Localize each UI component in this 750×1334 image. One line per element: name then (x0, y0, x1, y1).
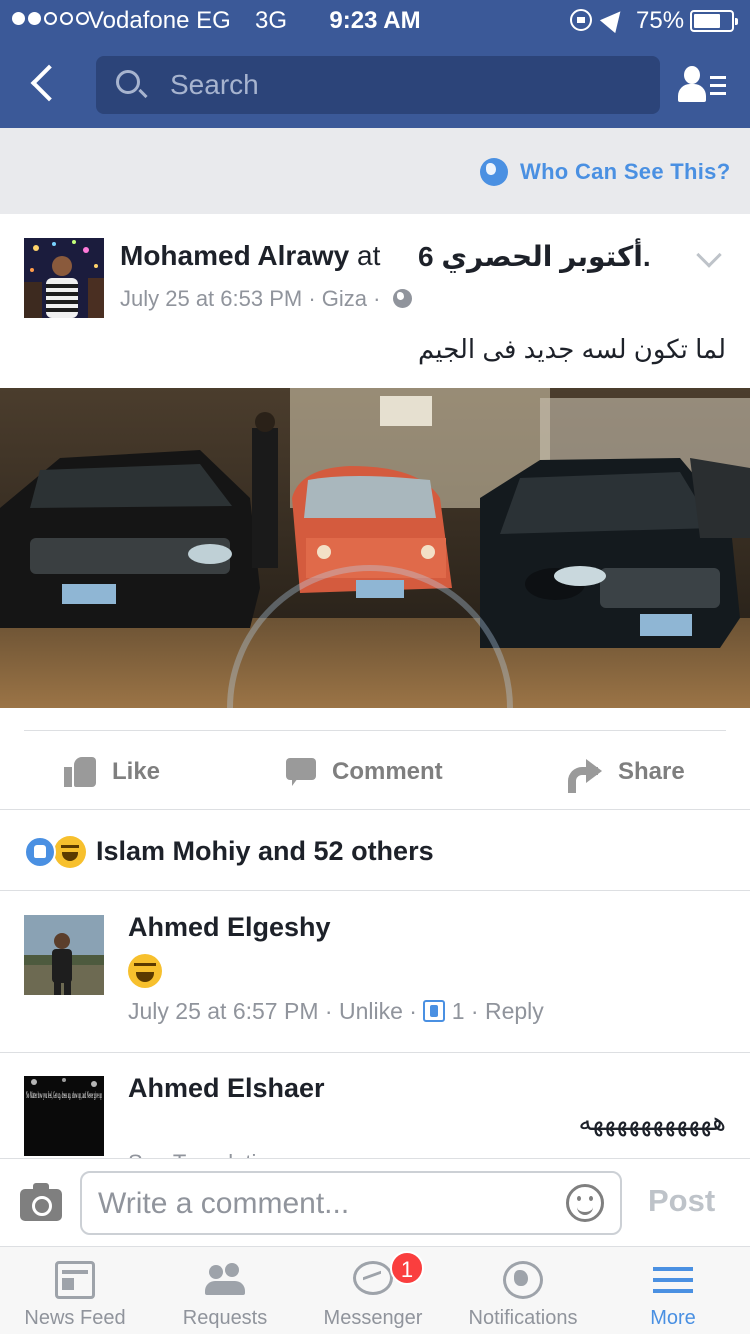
divider (0, 890, 750, 891)
post-author-line: Mohamed Alrawy at (120, 240, 380, 272)
news-feed-icon (55, 1261, 95, 1299)
at-word: at (357, 240, 381, 271)
tab-notifications[interactable]: Notifications (448, 1247, 598, 1334)
tab-news-feed[interactable]: News Feed (0, 1247, 150, 1334)
divider (0, 809, 750, 810)
battery-icon (690, 10, 738, 32)
tab-bar: News Feed Requests 1 Messenger Notificat… (0, 1246, 750, 1334)
messenger-icon (353, 1261, 393, 1295)
friend-requests-icon (205, 1261, 245, 1299)
like-reaction-icon (24, 836, 56, 868)
back-button[interactable] (26, 62, 66, 106)
post-comment-button[interactable]: Post (648, 1183, 715, 1219)
author-name[interactable]: Mohamed Alrawy (120, 240, 349, 271)
search-input[interactable] (170, 64, 640, 106)
comment-meta: July 25 at 6:57 PM · Unlike · 1 · Reply (128, 998, 544, 1024)
post-text: لما تكون لسه جديد فى الجيم (418, 334, 726, 364)
post-options-chevron-icon[interactable] (696, 242, 722, 268)
comment-text: هههههههههههه (578, 1106, 727, 1136)
tab-more[interactable]: More (598, 1247, 748, 1334)
post-meta: July 25 at 6:53 PM · Giza · (120, 286, 412, 312)
status-bar: Vodafone EG 3G 9:23 AM 75% (0, 0, 750, 40)
checkin-place[interactable]: أكتوبر الحصري 6. (418, 240, 651, 273)
comment-label: Comment (332, 758, 443, 785)
public-globe-icon (392, 289, 412, 308)
tab-label: More (650, 1307, 696, 1329)
globe-notifications-icon (503, 1261, 543, 1299)
search-icon (116, 70, 140, 94)
commenter-avatar[interactable] (24, 915, 104, 995)
tab-requests[interactable]: Requests (150, 1247, 300, 1334)
reply-link[interactable]: Reply (485, 998, 544, 1024)
unlike-link[interactable]: Unlike (339, 998, 403, 1024)
top-bar: Vodafone EG 3G 9:23 AM 75% (0, 0, 750, 128)
globe-icon (480, 158, 508, 186)
comment-time: July 25 at 6:57 PM (128, 998, 319, 1024)
sticker-smiley-icon[interactable] (566, 1184, 604, 1222)
tab-label: News Feed (24, 1307, 126, 1329)
friend-list-icon[interactable] (678, 64, 728, 108)
post-photo[interactable] (0, 388, 750, 708)
comment-composer: Post (0, 1158, 750, 1246)
like-label: Like (112, 758, 161, 785)
action-divider (24, 730, 726, 731)
laughing-emoji-icon (128, 954, 162, 988)
commenter-name[interactable]: Ahmed Elshaer (128, 1073, 325, 1104)
haha-reaction-icon (54, 836, 86, 868)
tab-messenger[interactable]: 1 Messenger (298, 1247, 448, 1334)
search-bar[interactable] (96, 56, 660, 114)
commenter-name[interactable]: Ahmed Elgeshy (128, 912, 331, 943)
who-can-see-link[interactable]: Who Can See This? (520, 159, 730, 185)
comment-like-icon (423, 1000, 446, 1022)
comment-button[interactable]: Comment (286, 752, 443, 792)
tab-label: Notifications (468, 1307, 578, 1329)
tab-label: Requests (182, 1307, 268, 1329)
rotation-lock-icon (570, 9, 592, 31)
thumbs-up-icon (64, 757, 96, 787)
comment-bubble-icon (286, 758, 316, 786)
commenter-avatar[interactable]: No Matter how you feel, Get up, dress up… (24, 1076, 104, 1156)
hamburger-menu-icon (653, 1261, 693, 1299)
author-avatar[interactable] (24, 238, 104, 318)
meta-dot: · (308, 286, 322, 311)
see-translation-link[interactable]: See Translation (128, 1150, 281, 1158)
share-arrow-icon (568, 759, 602, 793)
reactions-summary[interactable]: Islam Mohiy and 52 others (96, 836, 434, 867)
battery-percent: 75% (636, 7, 685, 34)
comment-input[interactable] (98, 1183, 548, 1225)
comment-box[interactable] (80, 1171, 622, 1235)
divider (0, 1052, 750, 1053)
comment-like-count: 1 (451, 998, 465, 1024)
like-button[interactable]: Like (64, 752, 160, 792)
post-date[interactable]: July 25 at 6:53 PM (120, 286, 302, 311)
tab-label: Messenger (323, 1307, 423, 1329)
meta-dot: · (373, 286, 387, 311)
avatar-quote-text: No Matter how you feel, Get up, dress up… (26, 1090, 102, 1100)
post-location[interactable]: Giza (322, 286, 367, 311)
share-button[interactable]: Share (568, 752, 685, 793)
share-label: Share (618, 758, 685, 785)
camera-icon[interactable] (20, 1183, 62, 1221)
messenger-badge: 1 (390, 1251, 424, 1285)
